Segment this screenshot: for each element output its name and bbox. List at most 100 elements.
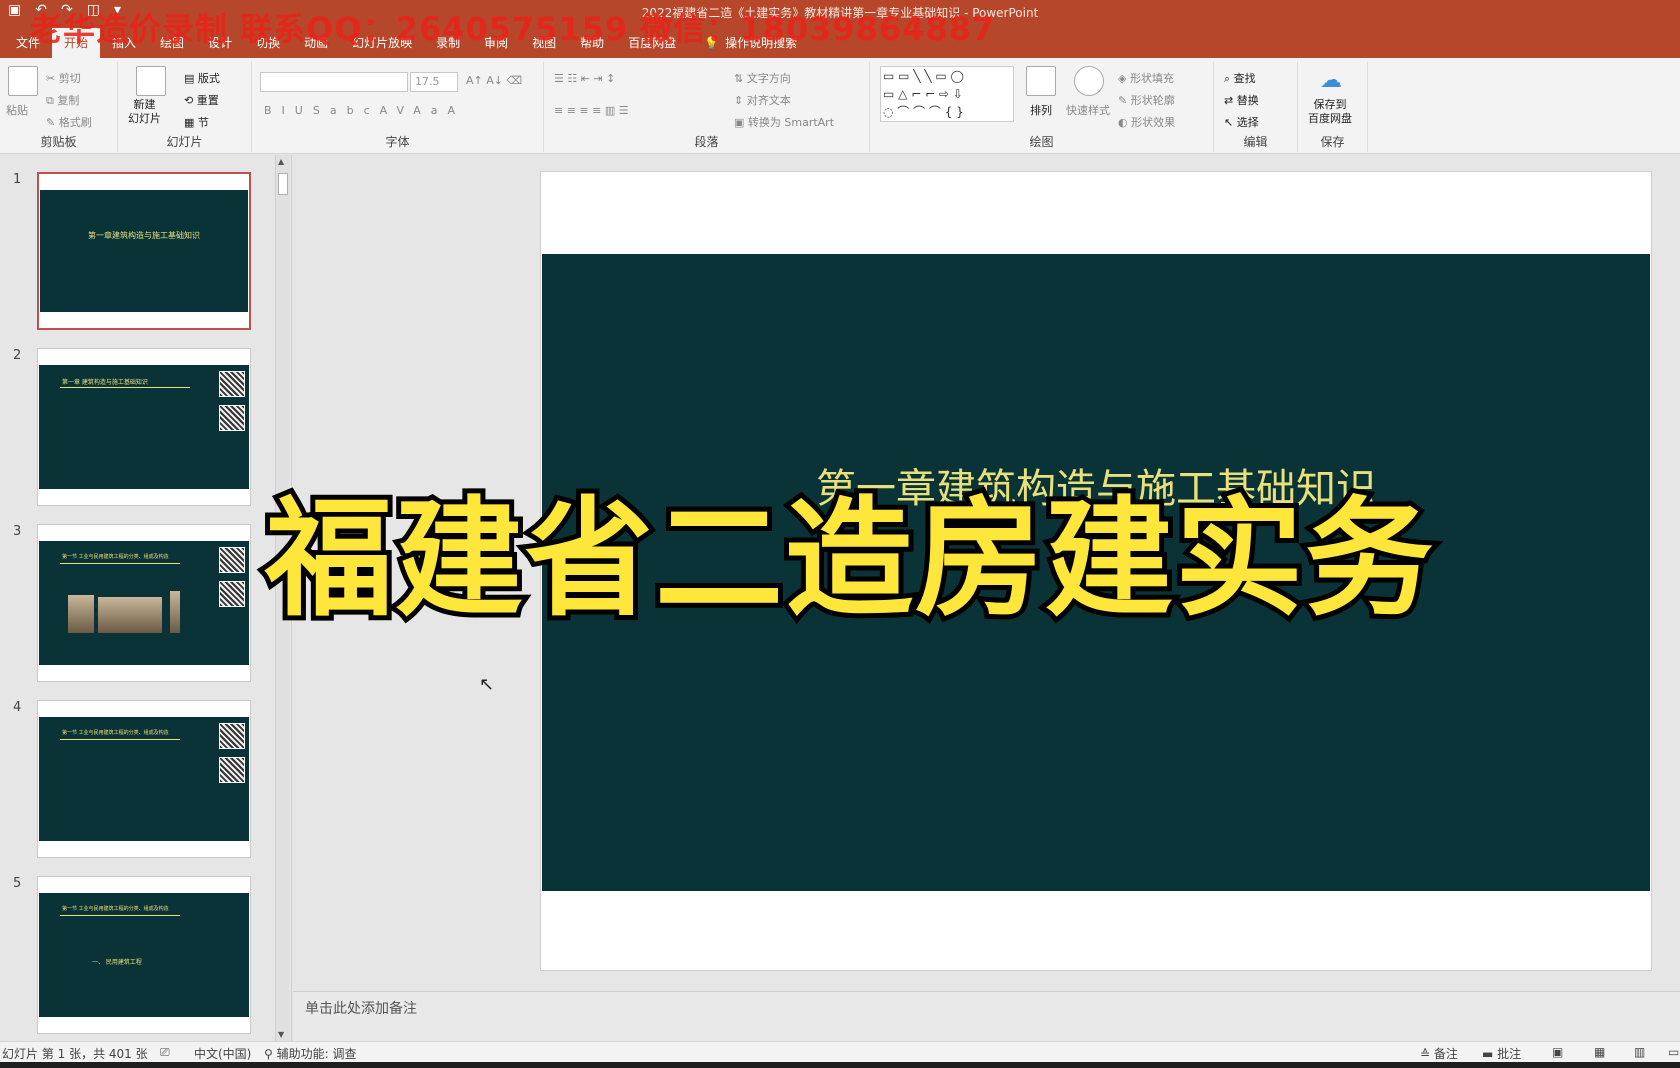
shape-outline-button[interactable]: ✎ 形状轮廓 [1118,92,1175,108]
paste-icon[interactable] [8,66,38,96]
group-drawing: ▭ ▭ ╲ ╲ ▭ ◯ ▭ △ ⌐ ⌐ ⇨ ⇩ ◌ ⌒ ⌒ ⌒ { } 排列 快速样… [870,62,1214,152]
find-button[interactable]: ⌕ 查找 [1224,70,1256,86]
thumbnail-row-4[interactable]: 4 第一节 工业与民用建筑工程的分类、组成及构造 [0,700,260,860]
building-image [98,597,162,633]
status-bar: 幻灯片 第 1 张，共 401 张 ⎚ 中文(中国) ⚲ 辅助功能: 调查 ≙ … [0,1041,1680,1062]
align-text-button[interactable]: ⇕ 对齐文本 [734,92,791,108]
group-label-paragraph: 段落 [694,135,719,149]
thumbnail-title: 第一节 工业与民用建筑工程的分类、组成及构造 [62,554,169,560]
text-direction-button[interactable]: ⇅ 文字方向 [734,70,791,86]
slideshow-icon[interactable]: ▭ [1668,1045,1679,1059]
copy-button[interactable]: ⧉ 复制 [46,92,79,108]
reset-button[interactable]: ⟲ 重置 [184,92,219,108]
layout-icon: ▤ [184,72,198,85]
search-icon: ⌕ [1224,72,1234,85]
slide-count-status: 幻灯片 第 1 张，共 401 张 [2,1047,148,1061]
group-clipboard: 粘贴 ✂ 剪切 ⧉ 复制 ✎ 格式刷 剪贴板 [0,62,118,152]
qr-code-icon [219,757,245,783]
cut-button[interactable]: ✂ 剪切 [46,70,81,86]
thumbnail-rule [60,563,180,564]
select-button[interactable]: ↖ 选择 [1224,114,1259,130]
ribbon: 粘贴 ✂ 剪切 ⧉ 复制 ✎ 格式刷 剪贴板 新建 幻灯片 ▤ 版式 ⟲ 重置 … [0,58,1680,154]
slide-thumbnail[interactable]: 第一章建筑构造与施工基础知识 [37,172,251,330]
qr-code-icon [219,723,245,749]
thumbnail-rule [60,387,190,388]
building-image [68,595,94,633]
thumbnail-row-5[interactable]: 5 第一节 工业与民用建筑工程的分类、组成及构造 一、 民用建筑工程 [0,876,260,1036]
text-direction-icon: ⇅ [734,72,747,85]
section-icon: ▦ [184,116,198,129]
layout-button[interactable]: ▤ 版式 [184,70,220,86]
section-button[interactable]: ▦ 节 [184,114,209,130]
thumbnail-title: 第一节 工业与民用建筑工程的分类、组成及构造 [62,730,169,736]
thumbnail-row-1[interactable]: 1 第一章建筑构造与施工基础知识 [0,172,260,332]
notes-pane[interactable]: 单击此处添加备注 [293,991,1680,1041]
cursor-icon: ↖ [1224,116,1237,129]
slide-thumbnail[interactable]: 第一节 工业与民用建筑工程的分类、组成及构造 [37,700,251,858]
taskbar-strip [0,1062,1680,1068]
tower-image [170,591,180,633]
new-slide-button[interactable]: 新建 幻灯片 [128,98,161,126]
scroll-down-icon[interactable]: ▼ [278,1030,284,1039]
shape-effects-button[interactable]: ◐ 形状效果 [1118,114,1175,130]
baidu-netdisk-icon[interactable]: ☁ [1320,68,1342,93]
copy-icon: ⧉ [46,94,58,107]
scroll-up-icon[interactable]: ▲ [278,157,284,166]
align-text-icon: ⇕ [734,94,747,107]
slide-thumbnail[interactable]: 第一章 建筑构造与施工基础知识 [37,348,251,506]
language-status[interactable]: 中文(中国) [194,1045,251,1062]
new-slide-icon[interactable] [136,66,166,96]
quick-styles-button[interactable]: 快速样式 [1066,102,1110,118]
quick-styles-icon[interactable] [1074,66,1104,96]
slide-thumbnail[interactable]: 第一节 工业与民用建筑工程的分类、组成及构造 [37,524,251,682]
group-label-editing: 编辑 [1243,135,1268,149]
arrange-icon[interactable] [1026,66,1056,96]
thumbnail-number: 3 [13,524,22,539]
watermark-text: 老华造价录制 联系QQ：2640575159 微信：18039864887 [30,10,996,48]
thumbnail-number: 5 [13,876,22,891]
group-label-save: 保存 [1320,135,1345,149]
reading-view-icon[interactable]: ▥ [1634,1045,1645,1059]
paste-button[interactable]: 粘贴 [6,102,28,118]
scroll-thumb[interactable] [278,173,288,195]
group-font: 17.5 A↑ A↓ ⌫ BIUSabcAVAaA 字体 [252,62,544,152]
scissors-icon: ✂ [46,72,59,85]
bullets-icon[interactable]: ☰ ☷ ⇤ ⇥ ↕ [554,72,615,85]
arrange-button[interactable]: 排列 [1030,102,1052,118]
slide-sorter-icon[interactable]: ▦ [1594,1045,1605,1059]
thumbnail-number: 2 [13,348,22,363]
normal-view-icon[interactable]: ▣ [1552,1045,1563,1059]
font-name-select[interactable] [260,72,408,92]
spell-check-icon[interactable]: ⎚ [160,1045,170,1060]
comments-toggle[interactable]: ▬ 批注 [1482,1045,1521,1062]
font-format-buttons[interactable]: BIUSabcAVAaA [264,104,465,117]
replace-button[interactable]: ⇄ 替换 [1224,92,1259,108]
thumbnail-number: 4 [13,700,22,715]
convert-smartart-button[interactable]: ▣ 转换为 SmartArt [734,114,834,130]
group-paragraph: ☰ ☷ ⇤ ⇥ ↕ ≡ ≡ ≡ ≡ ▥ ☰ ⇅ 文字方向 ⇕ 对齐文本 ▣ 转换… [544,62,870,152]
thumbnail-row-3[interactable]: 3 第一节 工业与民用建筑工程的分类、组成及构造 [0,524,260,684]
shapes-gallery[interactable]: ▭ ▭ ╲ ╲ ▭ ◯ ▭ △ ⌐ ⌐ ⇨ ⇩ ◌ ⌒ ⌒ ⌒ { } [880,66,1014,122]
format-painter-button[interactable]: ✎ 格式刷 [46,114,92,130]
accessibility-icon: ⚲ [264,1047,277,1061]
shape-fill-button[interactable]: ◈ 形状填充 [1118,70,1174,86]
thumbnail-background [40,190,248,312]
slide-thumbnail[interactable]: 第一节 工业与民用建筑工程的分类、组成及构造 一、 民用建筑工程 [37,876,251,1034]
pen-icon: ✎ [1118,94,1131,107]
font-size-select[interactable]: 17.5 [410,72,458,92]
thumbnail-title: 第一章建筑构造与施工基础知识 [88,231,200,240]
reset-icon: ⟲ [184,94,197,107]
group-save: ☁ 保存到 百度网盘 保存 [1298,62,1368,152]
align-icons[interactable]: ≡ ≡ ≡ ≡ ▥ ☰ [554,104,629,117]
group-slides: 新建 幻灯片 ▤ 版式 ⟲ 重置 ▦ 节 幻灯片 [118,62,252,152]
group-label-drawing: 绘图 [1029,135,1054,149]
accessibility-status[interactable]: ⚲ 辅助功能: 调查 [264,1045,356,1062]
notes-placeholder[interactable]: 单击此处添加备注 [305,998,417,1018]
thumbnail-row-2[interactable]: 2 第一章 建筑构造与施工基础知识 [0,348,260,508]
thumbnail-rule [60,739,180,740]
notes-toggle[interactable]: ≙ 备注 [1420,1045,1458,1062]
group-label-clipboard: 剪贴板 [40,135,77,149]
save-to-baidu-button[interactable]: 保存到 百度网盘 [1308,98,1352,126]
mouse-cursor-icon: ↖ [479,674,495,695]
grow-font-icon[interactable]: A↑ A↓ ⌫ [466,74,522,87]
